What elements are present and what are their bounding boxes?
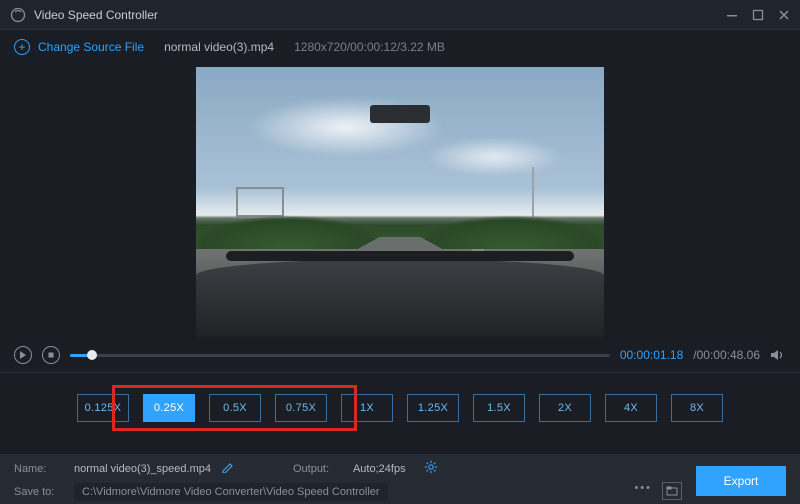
export-label: Export [724,474,759,488]
speed-selector: 0.125X 0.25X 0.5X 0.75X 1X 1.25X 1.5X 2X 4X 8X [0,373,800,443]
video-frame[interactable] [196,67,604,337]
speed-button-2x[interactable]: 2X [539,394,591,422]
output-filename: normal video(3)_speed.mp4 [74,463,211,475]
speed-button-8x[interactable]: 8X [671,394,723,422]
speed-button-1x[interactable]: 1X [341,394,393,422]
maximize-button[interactable] [752,9,764,21]
more-options-button[interactable]: ••• [634,482,652,500]
open-folder-button[interactable] [662,482,682,500]
speed-button-0-75x[interactable]: 0.75X [275,394,327,422]
change-source-button[interactable]: + Change Source File [14,39,144,55]
speed-button-0-25x[interactable]: 0.25X [143,394,195,422]
seek-slider[interactable] [70,354,610,357]
change-source-label: Change Source File [38,40,144,54]
output-label: Output: [293,463,343,475]
toolbar: + Change Source File normal video(3).mp4… [0,30,800,64]
titlebar: Video Speed Controller [0,0,800,30]
source-filename: normal video(3).mp4 [164,40,274,54]
source-meta: 1280x720/00:00:12/3.22 MB [294,40,445,54]
speed-button-1-25x[interactable]: 1.25X [407,394,459,422]
export-button[interactable]: Export [696,466,786,496]
save-to-label: Save to: [14,486,64,498]
output-format: Auto;24fps [353,463,406,475]
output-settings-button[interactable] [424,460,438,477]
speed-button-0-5x[interactable]: 0.5X [209,394,261,422]
play-button[interactable] [14,346,32,364]
edit-name-button[interactable] [221,461,233,476]
playback-bar: 00:00:01.18/00:00:48.06 [0,340,800,370]
minimize-button[interactable] [726,9,738,21]
speed-button-0-125x[interactable]: 0.125X [77,394,129,422]
time-current: 00:00:01.18 [620,348,683,362]
plus-icon: + [14,39,30,55]
speed-button-4x[interactable]: 4X [605,394,657,422]
window-title: Video Speed Controller [34,8,158,22]
name-label: Name: [14,463,64,475]
app-logo-icon [10,7,26,23]
save-path: C:\Vidmore\Vidmore Video Converter\Video… [74,483,388,501]
volume-icon[interactable] [770,348,786,362]
stop-button[interactable] [42,346,60,364]
time-total: /00:00:48.06 [693,348,760,362]
speed-button-1-5x[interactable]: 1.5X [473,394,525,422]
video-preview [0,64,800,340]
close-button[interactable] [778,9,790,21]
footer: Name: normal video(3)_speed.mp4 Output: … [0,454,800,504]
